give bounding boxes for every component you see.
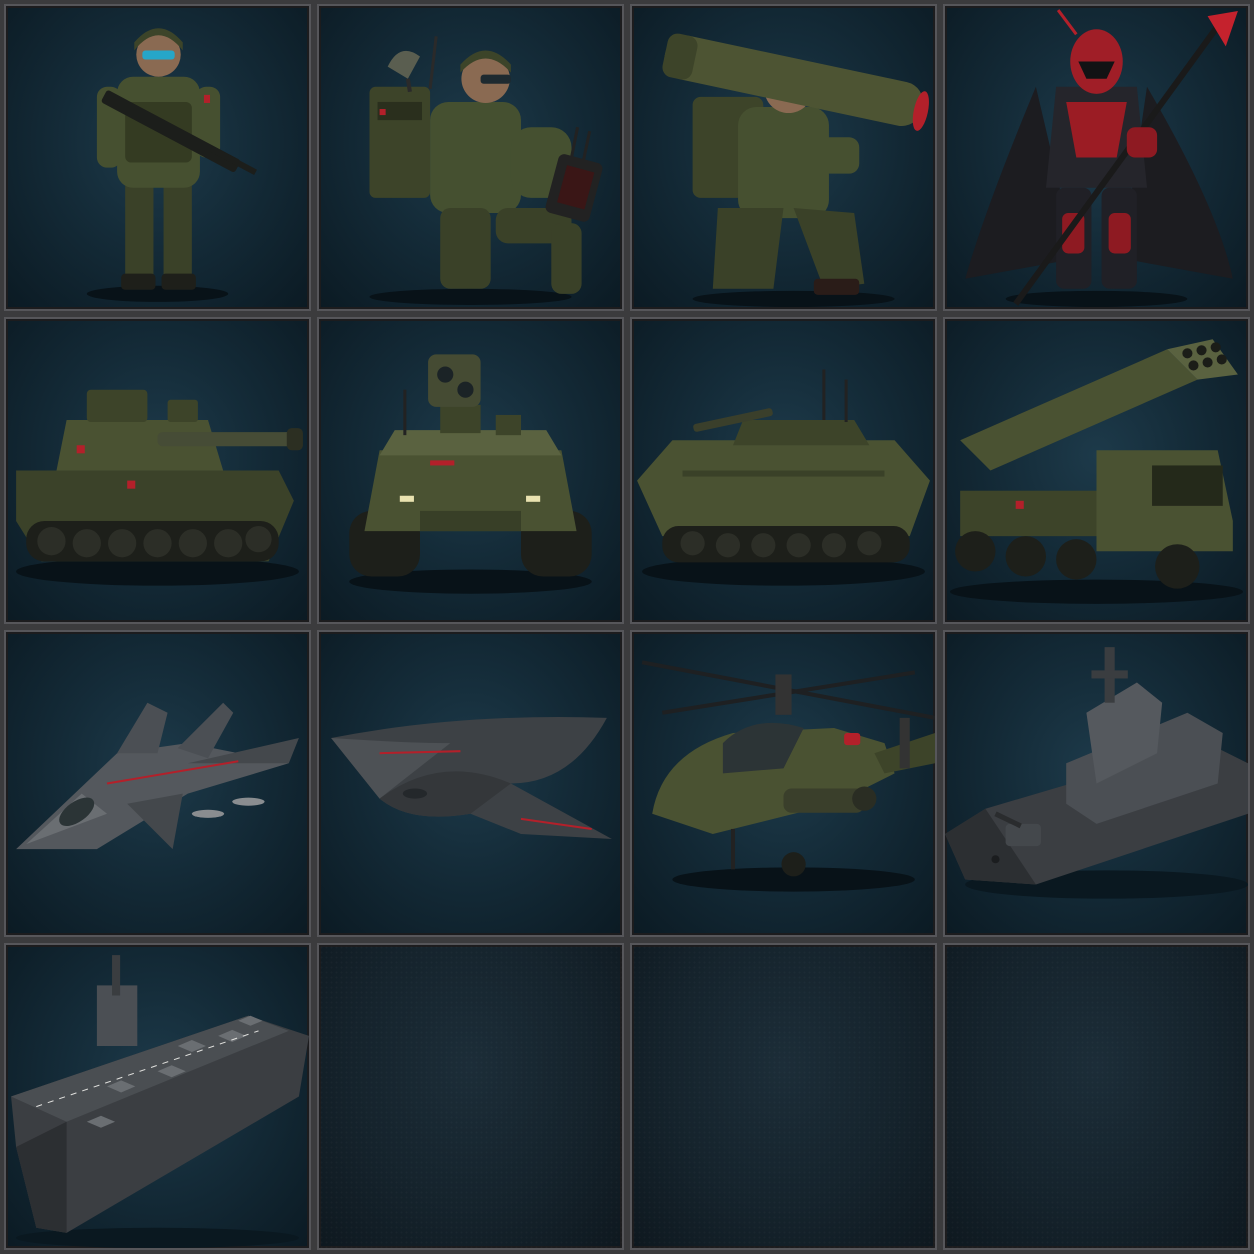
unit-tile-radio-operator[interactable]: [317, 4, 624, 311]
rifleman-soldier-icon: [86, 28, 257, 302]
destroyer-warship-icon: [945, 647, 1248, 899]
unit-tile-ifv[interactable]: [630, 317, 937, 624]
unit-tile-destroyer[interactable]: [943, 630, 1250, 937]
empty-slot[interactable]: [943, 943, 1250, 1250]
unit-tile-rifleman[interactable]: [4, 4, 311, 311]
attack-helicopter-icon: [641, 660, 935, 892]
aircraft-carrier-icon: [11, 955, 309, 1248]
stealth-bomber-icon: [331, 717, 612, 840]
empty-slot[interactable]: [317, 943, 624, 1250]
infantry-fighting-vehicle-icon: [637, 369, 930, 586]
unit-tile-attack-helicopter[interactable]: [630, 630, 937, 937]
unit-tile-stealth-bomber[interactable]: [317, 630, 624, 937]
unit-grid: [0, 0, 1254, 1254]
radio-operator-soldier-icon: [369, 36, 603, 305]
unit-tile-aircraft-carrier[interactable]: [4, 943, 311, 1250]
rocket-launcher-soldier-icon: [662, 33, 929, 307]
unit-tile-battle-tank[interactable]: [4, 317, 311, 624]
rocket-artillery-truck-icon: [950, 339, 1243, 604]
unit-tile-red-warrior[interactable]: [943, 4, 1250, 311]
unit-tile-stealth-fighter[interactable]: [4, 630, 311, 937]
tracked-robot-drone-icon: [349, 354, 592, 594]
unit-tile-rocket-truck[interactable]: [943, 317, 1250, 624]
stealth-fighter-jet-icon: [16, 702, 299, 850]
red-armored-spear-warrior-icon: [965, 9, 1238, 307]
unit-tile-rocket-soldier[interactable]: [630, 4, 937, 311]
unit-tile-robot-drone[interactable]: [317, 317, 624, 624]
main-battle-tank-icon: [16, 389, 303, 586]
empty-slot[interactable]: [630, 943, 937, 1250]
